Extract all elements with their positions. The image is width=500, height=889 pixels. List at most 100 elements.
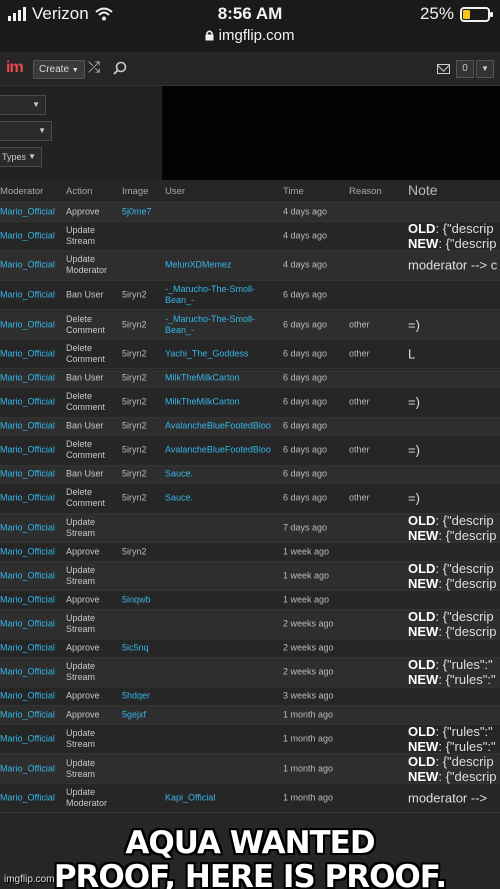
- time-cell: 1 week ago: [283, 546, 330, 557]
- image-link[interactable]: 5iryn2: [122, 493, 162, 504]
- note-new-value: {"rules":": [445, 672, 496, 688]
- user-link[interactable]: Kapi_Official: [165, 793, 277, 804]
- status-bar: Verizon 8:56 AM imgflip.com 25%: [0, 0, 500, 52]
- user-link[interactable]: -_Marucho-The-Smoll-Bean_-: [165, 314, 277, 336]
- moderator-link[interactable]: Mario_Official: [0, 397, 62, 408]
- image-link[interactable]: 5gejxf: [122, 709, 162, 720]
- note-cell: L: [408, 346, 416, 362]
- image-link[interactable]: 5iryn2: [122, 547, 162, 558]
- user-link[interactable]: Yachi_The_Goddess: [165, 349, 277, 360]
- imgflip-logo[interactable]: im: [6, 59, 24, 77]
- col-image[interactable]: Image: [122, 186, 148, 197]
- user-link[interactable]: MelunXDMemez: [165, 260, 277, 271]
- moderator-link[interactable]: Mario_Official: [0, 206, 62, 217]
- note-cell: OLD: {"descrip NEW: {"descrip: [408, 220, 497, 251]
- battery-percent: 25%: [419, 4, 454, 23]
- reason-cell: other: [349, 396, 370, 407]
- moderator-link[interactable]: Mario_Official: [0, 733, 62, 744]
- image-link[interactable]: 5inqwb: [122, 595, 162, 606]
- time-cell: 6 days ago: [283, 492, 328, 503]
- filter-select-1[interactable]: ▼: [0, 95, 46, 115]
- search-icon[interactable]: [113, 61, 127, 75]
- user-link[interactable]: MilkTheMilkCarton: [165, 373, 277, 384]
- lock-icon: [205, 30, 214, 41]
- user-link[interactable]: Sauce.: [165, 469, 277, 480]
- moderator-link[interactable]: Mario_Official: [0, 373, 62, 384]
- caption-line-1: AQUA WANTED: [125, 825, 375, 861]
- col-note[interactable]: Note: [408, 182, 438, 198]
- table-row: Mario_Official Update Stream 2 weeks ago OL…: [0, 609, 500, 640]
- note-cell: OLD: {"descrip NEW: {"descrip: [408, 753, 497, 784]
- table-row: Mario_Official Delete Comment 5iryn2 Sauce.…: [0, 484, 500, 514]
- table-row: Mario_Official Ban User 5iryn2 -_Marucho-Th…: [0, 280, 500, 311]
- shuffle-icon[interactable]: ⤮: [88, 59, 100, 76]
- moderator-link[interactable]: Mario_Official: [0, 547, 62, 558]
- moderator-link[interactable]: Mario_Official: [0, 445, 62, 456]
- image-link[interactable]: 5iryn2: [122, 319, 162, 330]
- moderator-link[interactable]: Mario_Official: [0, 643, 62, 654]
- action-cell: Delete Comment: [66, 313, 106, 335]
- user-link[interactable]: -_Marucho-The-Smoll-Bean_-: [165, 284, 277, 306]
- col-time[interactable]: Time: [283, 186, 304, 197]
- action-cell: Update Stream: [66, 565, 96, 587]
- address-bar[interactable]: imgflip.com: [0, 27, 500, 44]
- moderator-link[interactable]: Mario_Official: [0, 493, 62, 504]
- col-action[interactable]: Action: [66, 186, 92, 197]
- moderator-link[interactable]: Mario_Official: [0, 709, 62, 720]
- time-cell: 6 days ago: [283, 444, 328, 455]
- mail-icon[interactable]: [437, 64, 450, 74]
- user-link[interactable]: Sauce.: [165, 493, 277, 504]
- image-link[interactable]: 5iryn2: [122, 349, 162, 360]
- note-new-value: {"descrip: [445, 624, 497, 640]
- col-reason[interactable]: Reason: [349, 186, 382, 197]
- note-cell: OLD: {"rules":" NEW: {"rules":": [408, 657, 496, 688]
- moderator-link[interactable]: Mario_Official: [0, 691, 62, 702]
- moderator-link[interactable]: Mario_Official: [0, 421, 62, 432]
- time-cell: 6 days ago: [283, 319, 328, 330]
- url-text: imgflip.com: [218, 27, 295, 44]
- action-cell: Delete Comment: [66, 391, 106, 413]
- note-old-value: {"descrip: [442, 220, 494, 236]
- image-link[interactable]: 5j0me7: [122, 206, 162, 217]
- table-row: Mario_Official Approve 5gejxf 1 month ago: [0, 706, 500, 725]
- image-link[interactable]: 5iryn2: [122, 373, 162, 384]
- moderator-link[interactable]: Mario_Official: [0, 763, 62, 774]
- create-button[interactable]: Create ▼: [33, 60, 85, 79]
- note-old-value: {"descrip: [442, 513, 494, 529]
- time-cell: 1 week ago: [283, 570, 330, 581]
- time-cell: 1 month ago: [283, 733, 334, 744]
- image-link[interactable]: 5ic5nq: [122, 643, 162, 654]
- moderator-link[interactable]: Mario_Official: [0, 793, 62, 804]
- moderator-link[interactable]: Mario_Official: [0, 595, 62, 606]
- moderator-link[interactable]: Mario_Official: [0, 619, 62, 630]
- image-link[interactable]: 5iryn2: [122, 289, 162, 300]
- moderator-link[interactable]: Mario_Official: [0, 469, 62, 480]
- note-cell: OLD: {"descrip NEW: {"descrip: [408, 609, 497, 640]
- moderator-link[interactable]: Mario_Official: [0, 230, 62, 241]
- image-link[interactable]: 5iryn2: [122, 445, 162, 456]
- note-cell: =): [408, 490, 420, 506]
- user-link[interactable]: AvalancheBlueFootedBloo: [165, 445, 277, 456]
- moderator-link[interactable]: Mario_Official: [0, 260, 62, 271]
- action-cell: Approve: [66, 690, 100, 701]
- image-link[interactable]: 5iryn2: [122, 421, 162, 432]
- moderator-link[interactable]: Mario_Official: [0, 289, 62, 300]
- moderator-link[interactable]: Mario_Official: [0, 667, 62, 678]
- image-link[interactable]: 5hdqer: [122, 691, 162, 702]
- note-old-value: {"rules":": [442, 657, 493, 673]
- user-link[interactable]: AvalancheBlueFootedBloo: [165, 421, 277, 432]
- filter-select-2[interactable]: ▼: [0, 121, 52, 141]
- col-moderator[interactable]: Moderator: [0, 186, 43, 197]
- moderator-link[interactable]: Mario_Official: [0, 571, 62, 582]
- image-link[interactable]: 5iryn2: [122, 397, 162, 408]
- moderator-link[interactable]: Mario_Official: [0, 523, 62, 534]
- moderator-link[interactable]: Mario_Official: [0, 349, 62, 360]
- filter-select-types[interactable]: Types ▼: [0, 147, 42, 167]
- col-user[interactable]: User: [165, 186, 185, 197]
- image-link[interactable]: 5iryn2: [122, 469, 162, 480]
- action-cell: Delete Comment: [66, 487, 106, 509]
- moderator-link[interactable]: Mario_Official: [0, 319, 62, 330]
- chevron-down-icon[interactable]: ▼: [476, 60, 494, 78]
- user-link[interactable]: MilkTheMilkCarton: [165, 397, 277, 408]
- notification-count[interactable]: 0: [456, 60, 474, 78]
